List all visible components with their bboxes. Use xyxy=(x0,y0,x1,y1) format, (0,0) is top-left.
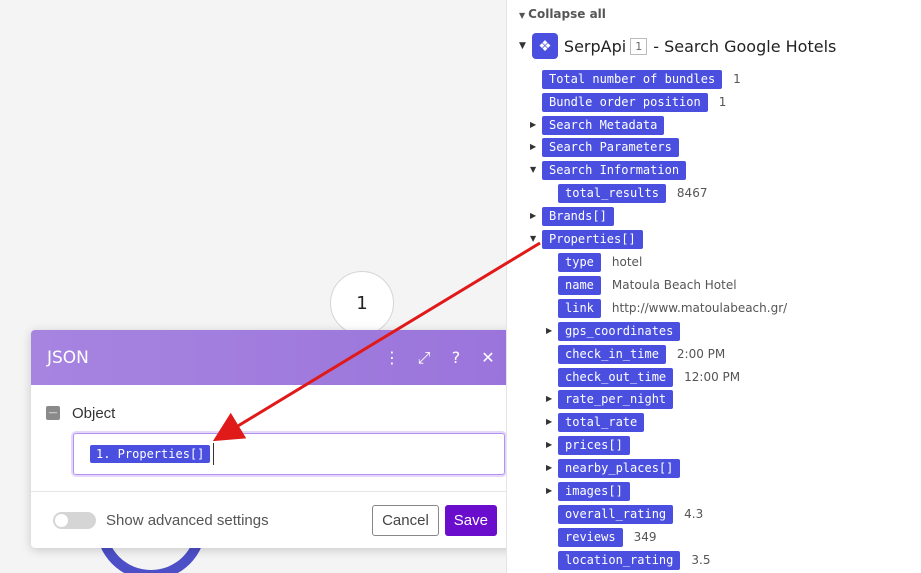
dialog-header: JSON ⋮ ⤢ ? ✕ xyxy=(31,330,519,385)
tree-item[interactable]: location_rating 3.5 xyxy=(558,550,710,570)
tree-item-tag[interactable]: nearby_places[] xyxy=(558,458,681,478)
tree-item-value: 3.5 xyxy=(691,553,711,567)
object-row: — Object xyxy=(46,403,504,423)
tree-item[interactable]: overall_rating 4.3 xyxy=(558,504,703,524)
json-dialog: JSON ⋮ ⤢ ? ✕ — Object 1. Properties[] Sh… xyxy=(31,330,519,548)
caret-right-icon[interactable]: ▶ xyxy=(530,211,540,220)
tree-item[interactable]: ▶ images[] xyxy=(546,481,630,501)
close-icon[interactable]: ✕ xyxy=(473,343,503,373)
caret-right-icon[interactable]: ▶ xyxy=(530,120,540,129)
tree-item-tag[interactable]: gps_coordinates xyxy=(558,321,681,341)
tree-item[interactable]: Bundle order position 1 xyxy=(542,92,726,112)
tree-item-tag[interactable]: check_in_time xyxy=(558,344,666,364)
tree-item[interactable]: ▶ gps_coordinates xyxy=(546,321,681,341)
dialog-title: JSON xyxy=(47,347,89,368)
advanced-settings-label: Show advanced settings xyxy=(106,511,269,529)
tree-item[interactable]: Total number of bundles 1 xyxy=(542,69,741,89)
tree-item-tag[interactable]: prices[] xyxy=(558,435,630,455)
cancel-button[interactable]: Cancel xyxy=(372,504,439,536)
tree-item[interactable]: total_results 8467 xyxy=(558,183,707,203)
tree-item[interactable]: link http://www.matoulabeach.gr/ xyxy=(558,298,787,318)
tree-item[interactable]: ▶ nearby_places[] xyxy=(546,458,681,478)
tree-item-tag[interactable]: check_out_time xyxy=(558,367,674,387)
tree-item-tag[interactable]: Search Parameters xyxy=(542,137,679,157)
caret-right-icon[interactable]: ▶ xyxy=(546,486,556,495)
tree-item-value: http://www.matoulabeach.gr/ xyxy=(611,301,788,315)
collapse-all-button[interactable]: ▼ Collapse all xyxy=(519,7,606,21)
caret-down-icon: ▼ xyxy=(519,11,526,20)
tree-item[interactable]: reviews 349 xyxy=(558,527,656,547)
mapped-value-chip[interactable]: 1. Properties[] xyxy=(90,445,211,463)
text-caret xyxy=(213,443,215,465)
tree-item-value: 2:00 PM xyxy=(676,347,726,361)
tree-item[interactable]: check_in_time 2:00 PM xyxy=(558,344,725,364)
tree-item-tag[interactable]: Properties[] xyxy=(542,229,643,249)
tree-item-tag[interactable]: images[] xyxy=(558,481,630,501)
advanced-settings-toggle[interactable] xyxy=(53,511,96,529)
tree-item-tag[interactable]: total_rate xyxy=(558,412,645,432)
tree-item[interactable]: ▼ Properties[] xyxy=(530,229,643,249)
collapse-checkbox-icon[interactable]: — xyxy=(46,406,60,420)
tree-item-tag[interactable]: Search Metadata xyxy=(542,115,665,135)
dialog-body: — Object 1. Properties[] xyxy=(31,385,519,475)
tree-item-value: 8467 xyxy=(676,186,708,200)
tree-item-value: 1 xyxy=(718,95,727,109)
tree-item[interactable]: ▶ Search Parameters xyxy=(530,137,679,157)
object-label: Object xyxy=(72,404,116,422)
caret-right-icon[interactable]: ▶ xyxy=(546,440,556,449)
tree-item-tag[interactable]: rate_per_night xyxy=(558,389,674,409)
tree-item[interactable]: check_out_time 12:00 PM xyxy=(558,367,740,387)
caret-right-icon[interactable]: ▶ xyxy=(546,326,556,335)
mapping-panel: ▼ Collapse all ▼ ❖ SerpApi 1 - Search Goo… xyxy=(506,0,921,573)
app-operation: - Search Google Hotels xyxy=(653,36,837,56)
caret-right-icon[interactable]: ▶ xyxy=(530,142,540,151)
tree-item-tag[interactable]: reviews xyxy=(558,527,623,547)
tree-item[interactable]: ▶ Brands[] xyxy=(530,206,614,226)
tree-item-value: Matoula Beach Hotel xyxy=(611,278,737,292)
tree-item-value: 349 xyxy=(633,530,657,544)
tree-item-tag[interactable]: Brands[] xyxy=(542,206,614,226)
module-number-badge: 1 xyxy=(630,37,648,55)
tree-item-tag[interactable]: name xyxy=(558,275,601,295)
more-vertical-icon[interactable]: ⋮ xyxy=(377,343,407,373)
object-input-field[interactable]: 1. Properties[] xyxy=(73,433,505,475)
help-icon[interactable]: ? xyxy=(441,343,471,373)
app-header[interactable]: ▼ ❖ SerpApi 1 - Search Google Hotels xyxy=(519,33,836,59)
caret-down-icon[interactable]: ▼ xyxy=(530,165,540,174)
tree-item-tag[interactable]: type xyxy=(558,252,601,272)
tree-item-tag[interactable]: link xyxy=(558,298,601,318)
caret-right-icon[interactable]: ▶ xyxy=(546,463,556,472)
expand-icon[interactable]: ⤢ xyxy=(409,343,439,373)
tree-item-value: 4.3 xyxy=(684,507,704,521)
caret-down-icon: ▼ xyxy=(519,41,526,51)
caret-right-icon[interactable]: ▶ xyxy=(546,394,556,403)
tree-item-tag[interactable]: Total number of bundles xyxy=(542,69,723,89)
tree-item[interactable]: ▼ Search Information xyxy=(530,160,687,180)
tree-item-value: 1 xyxy=(733,72,741,86)
tree-item-tag[interactable]: total_results xyxy=(558,183,666,203)
caret-right-icon[interactable]: ▶ xyxy=(546,417,556,426)
tree-item-tag[interactable]: location_rating xyxy=(558,550,681,570)
tree-item-value: hotel xyxy=(611,255,643,269)
tree-item[interactable]: ▶ Search Metadata xyxy=(530,115,665,135)
tree-item-tag[interactable]: overall_rating xyxy=(558,504,674,524)
tree-item-tag[interactable]: Search Information xyxy=(542,160,687,180)
tree-item[interactable]: ▶ rate_per_night xyxy=(546,389,674,409)
tree-item-value: 12:00 PM xyxy=(684,370,741,384)
module-count-bubble[interactable]: 1 xyxy=(330,271,394,335)
app-name: SerpApi xyxy=(563,36,627,56)
tree-item[interactable]: ▶ prices[] xyxy=(546,435,630,455)
dialog-footer: Show advanced settings Cancel Save xyxy=(31,491,519,548)
tree-item-tag[interactable]: Bundle order position xyxy=(542,92,708,112)
serpapi-logo-icon: ❖ xyxy=(531,33,558,59)
tree-item[interactable]: ▶ total_rate xyxy=(546,412,645,432)
tree-item[interactable]: name Matoula Beach Hotel xyxy=(558,275,737,295)
tree-item[interactable]: type hotel xyxy=(558,252,642,272)
save-button[interactable]: Save xyxy=(444,504,497,536)
caret-down-icon[interactable]: ▼ xyxy=(530,234,540,243)
